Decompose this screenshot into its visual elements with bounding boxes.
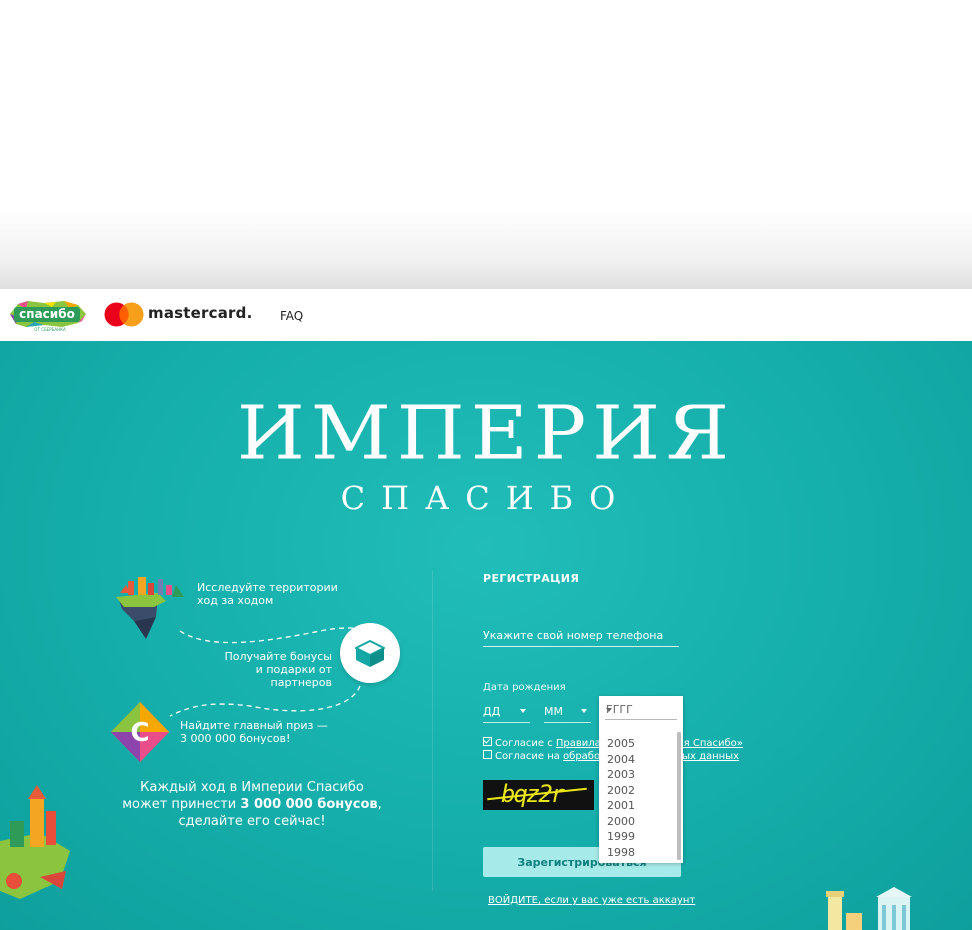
feature-2-line2: и подарки от партнеров [255,663,332,689]
year-option[interactable]: 1999 [607,829,667,845]
year-select[interactable]: ГГГГ [605,700,677,720]
building-decoration-right [826,887,912,930]
phone-input[interactable] [483,624,679,647]
feature-2: Получайте бонусы и подарки от партнеров [206,650,332,689]
mastercard-circles-icon [104,302,144,327]
feature-2-line1: Получайте бонусы [224,650,332,663]
header-bar: спасибо ОТ СБЕРБАНКА mastercard. FAQ [0,289,972,341]
month-select[interactable]: ММ [544,702,591,723]
box-icon [355,640,385,667]
year-option[interactable]: 2004 [607,752,667,768]
column-divider [432,571,433,891]
tagline-line2: может принести 3 000 000 бонусов, [122,797,382,812]
chevron-down-icon [606,708,612,712]
data-processing-link[interactable]: обрабо [563,751,600,762]
year-scrollbar-thumb[interactable] [677,732,681,860]
feature-1-line2: ход за ходом [197,594,274,607]
day-select[interactable]: ДД [483,702,530,723]
consent-data-checkbox[interactable] [483,750,492,759]
feature-1: Исследуйте территории ход за ходом [197,581,338,607]
page-title: ИМПЕРИЯ [236,391,736,477]
captcha-image: bqz2r [483,780,594,810]
tagline-line1: Каждый ход в Империи Спасибо [140,780,364,795]
chevron-down-icon [581,709,587,713]
tagline-bonus-amount: 3 000 000 бонусов [240,797,378,812]
year-option[interactable]: 2000 [607,814,667,830]
spasibo-logo-subtext: ОТ СБЕРБАНКА [34,327,66,332]
year-option[interactable]: 2003 [607,767,667,783]
mastercard-wordmark: mastercard. [148,304,253,322]
chevron-down-icon [520,709,526,713]
login-link[interactable]: ВОЙДИТЕ, если у вас уже есть аккаунт [488,895,695,906]
spasibo-logo[interactable]: спасибо ОТ СБЕРБАНКА [4,295,90,333]
year-scrollbar[interactable] [677,732,681,860]
rules-link[interactable]: Правила [556,738,601,749]
feature-3-line1: Найдите главный приз — [180,719,328,732]
birthdate-label: Дата рождения [483,682,566,693]
spasibo-c-icon: С [111,702,169,762]
year-option[interactable]: 2002 [607,783,667,799]
island-icon [116,577,184,639]
data-processing-link-end[interactable]: ых данных [682,751,739,762]
faq-link[interactable]: FAQ [280,309,303,323]
hero-section: ИМПЕРИЯ СПАСИБО Исследуйте территории хо… [0,341,972,930]
page-subtitle: СПАСИБО [340,479,632,517]
tagline: Каждый ход в Империи Спасибо может прине… [120,779,384,830]
box-icon-circle [340,623,400,683]
blank-top-area [0,0,972,289]
year-dropdown[interactable]: ГГГГ 2005 2004 2003 2002 2001 2000 1999 … [599,696,683,863]
year-option[interactable]: 2005 [607,736,667,752]
consent-rules-checkbox[interactable] [483,737,492,746]
feature-1-line1: Исследуйте территории [197,581,338,594]
island-decoration-left [0,785,70,899]
registration-title: РЕГИСТРАЦИЯ [483,572,580,585]
year-option[interactable]: 1998 [607,845,667,861]
tagline-line3: сделайте его сейчас! [178,814,326,829]
spasibo-logo-text: спасибо [19,307,75,321]
day-select-value: ДД [483,705,501,718]
month-select-value: ММ [544,705,563,718]
feature-3-line2: 3 000 000 бонусов! [180,732,291,745]
svg-text:С: С [130,718,149,748]
year-option[interactable]: 2001 [607,798,667,814]
year-options: 2005 2004 2003 2002 2001 2000 1999 1998 [607,736,667,860]
feature-3: Найдите главный приз — 3 000 000 бонусов… [180,719,328,745]
